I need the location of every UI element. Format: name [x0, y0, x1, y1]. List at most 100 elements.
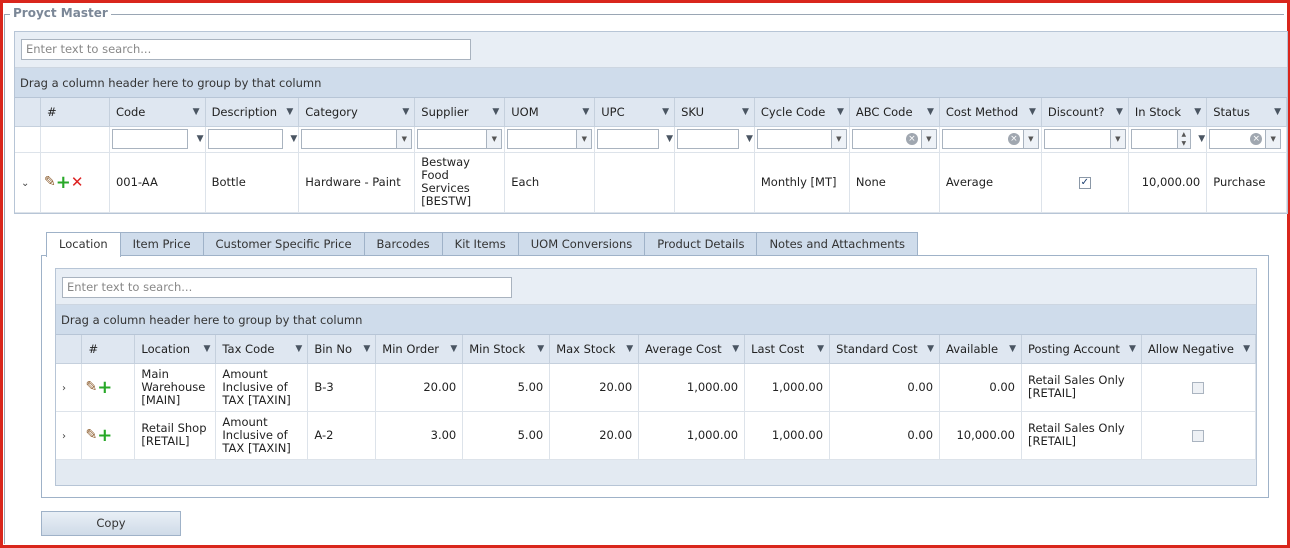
- col-header-code[interactable]: Code ▼: [109, 98, 206, 127]
- col-header-in-stock[interactable]: In Stock ▼: [1128, 98, 1208, 127]
- filter-icon[interactable]: ▼: [1116, 107, 1123, 117]
- chevron-down-icon[interactable]: ▼: [1265, 130, 1281, 148]
- add-icon[interactable]: +: [56, 172, 71, 193]
- filter-icon[interactable]: ▼: [197, 134, 204, 144]
- code-filter-input[interactable]: [111, 129, 188, 149]
- expand-icon[interactable]: ›: [62, 383, 66, 394]
- col-header-supplier[interactable]: Supplier ▼: [414, 98, 506, 127]
- chevron-down-icon[interactable]: ▼: [1109, 130, 1125, 148]
- status-filter-select[interactable]: × ▼: [1209, 129, 1282, 149]
- filter-icon[interactable]: ▼: [666, 134, 673, 144]
- chevron-down-icon[interactable]: ▼: [1022, 130, 1038, 148]
- tab-product-details[interactable]: Product Details: [644, 232, 758, 256]
- edit-icon[interactable]: ✎: [44, 174, 56, 190]
- in-stock-filter-input[interactable]: ▲ ▼: [1130, 129, 1191, 149]
- add-icon[interactable]: +: [97, 425, 112, 446]
- col-header-last-cost[interactable]: Last Cost ▼: [744, 335, 831, 364]
- tab-uom-conversions[interactable]: UOM Conversions: [517, 232, 646, 256]
- abc-code-filter-select[interactable]: × ▼: [851, 129, 937, 149]
- filter-icon[interactable]: ▼: [626, 344, 633, 354]
- discount-checkbox[interactable]: ✓: [1078, 176, 1091, 189]
- col-header-location[interactable]: Location ▼: [134, 335, 217, 364]
- filter-icon[interactable]: ▼: [1029, 107, 1036, 117]
- col-header-min-stock[interactable]: Min Stock ▼: [462, 335, 551, 364]
- col-header-allow-negative[interactable]: Allow Negative ▼: [1141, 335, 1257, 364]
- filter-icon[interactable]: ▼: [492, 107, 499, 117]
- upc-filter-input[interactable]: [597, 129, 660, 149]
- filter-icon[interactable]: ▼: [746, 134, 753, 144]
- col-header-discount[interactable]: Discount? ▼: [1041, 98, 1129, 127]
- filter-icon[interactable]: ▼: [662, 107, 669, 117]
- add-icon[interactable]: +: [97, 377, 112, 398]
- filter-icon[interactable]: ▼: [837, 107, 844, 117]
- col-header-average-cost[interactable]: Average Cost ▼: [638, 335, 746, 364]
- product-search-input[interactable]: Enter text to search...: [21, 39, 471, 60]
- col-header-num[interactable]: #: [40, 98, 110, 127]
- filter-icon[interactable]: ▼: [1198, 134, 1205, 144]
- col-header-available[interactable]: Available ▼: [939, 335, 1022, 364]
- filter-icon[interactable]: ▼: [537, 344, 544, 354]
- col-header-description[interactable]: Description ▼: [205, 98, 300, 127]
- col-header-posting-account[interactable]: Posting Account ▼: [1021, 335, 1142, 364]
- filter-icon[interactable]: ▼: [927, 107, 934, 117]
- filter-icon[interactable]: ▼: [1129, 344, 1136, 354]
- filter-icon[interactable]: ▼: [817, 344, 824, 354]
- tab-customer-specific-price[interactable]: Customer Specific Price: [202, 232, 365, 256]
- filter-icon[interactable]: ▼: [742, 107, 749, 117]
- chevron-down-icon[interactable]: ▼: [920, 130, 936, 148]
- filter-icon[interactable]: ▼: [295, 344, 302, 354]
- chevron-down-icon[interactable]: ▼: [830, 130, 846, 148]
- chevron-down-icon[interactable]: ▼: [396, 130, 412, 148]
- category-filter-select[interactable]: ▼: [301, 129, 413, 149]
- filter-icon[interactable]: ▼: [450, 344, 457, 354]
- filter-icon[interactable]: ▼: [363, 344, 370, 354]
- allow-negative-checkbox[interactable]: [1192, 429, 1205, 442]
- filter-icon[interactable]: ▼: [1243, 344, 1250, 354]
- chevron-down-icon[interactable]: ▼: [576, 130, 592, 148]
- col-header-min-order[interactable]: Min Order ▼: [375, 335, 464, 364]
- tab-kit-items[interactable]: Kit Items: [441, 232, 519, 256]
- filter-icon[interactable]: ▼: [732, 344, 739, 354]
- filter-icon[interactable]: ▼: [1194, 107, 1201, 117]
- clear-icon[interactable]: ×: [1250, 133, 1263, 145]
- col-header-abc-code[interactable]: ABC Code ▼: [849, 98, 940, 127]
- group-panel[interactable]: Drag a column header here to group by th…: [56, 305, 1256, 335]
- tab-item-price[interactable]: Item Price: [119, 232, 204, 256]
- sku-filter-input[interactable]: [677, 129, 740, 149]
- table-row[interactable]: › ✎+ Retail Shop [RETAIL] Amount Inclusi…: [56, 411, 1257, 460]
- col-header-sku[interactable]: SKU ▼: [674, 98, 755, 127]
- table-row[interactable]: ⌄ ✎+✕ 001-AA Bottle Hardware - Paint Bes…: [15, 152, 1287, 213]
- col-header-status[interactable]: Status ▼: [1206, 98, 1287, 127]
- description-filter-input[interactable]: [207, 129, 283, 149]
- col-header-standard-cost[interactable]: Standard Cost ▼: [829, 335, 941, 364]
- col-header-cost-method[interactable]: Cost Method ▼: [939, 98, 1042, 127]
- filter-icon[interactable]: ▼: [286, 107, 293, 117]
- filter-icon[interactable]: ▼: [290, 134, 297, 144]
- col-header-upc[interactable]: UPC ▼: [594, 98, 676, 127]
- clear-icon[interactable]: ×: [1007, 133, 1020, 145]
- expand-icon[interactable]: ›: [62, 431, 66, 442]
- cost-method-filter-select[interactable]: × ▼: [941, 129, 1039, 149]
- col-header-category[interactable]: Category ▼: [298, 98, 416, 127]
- cycle-code-filter-select[interactable]: ▼: [756, 129, 847, 149]
- allow-negative-checkbox[interactable]: [1192, 381, 1205, 394]
- filter-icon[interactable]: ▼: [193, 107, 200, 117]
- col-header-tax-code[interactable]: Tax Code ▼: [215, 335, 309, 364]
- uom-filter-select[interactable]: ▼: [507, 129, 593, 149]
- filter-icon[interactable]: ▼: [1274, 107, 1281, 117]
- discount-filter-select[interactable]: ▼: [1043, 129, 1126, 149]
- filter-icon[interactable]: ▼: [1009, 344, 1016, 354]
- group-panel[interactable]: Drag a column header here to group by th…: [15, 68, 1287, 98]
- filter-icon[interactable]: ▼: [402, 107, 409, 117]
- col-header-cycle-code[interactable]: Cycle Code ▼: [754, 98, 850, 127]
- table-row[interactable]: › ✎+ Main Warehouse [MAIN] Amount Inclus…: [56, 363, 1257, 412]
- location-search-input[interactable]: Enter text to search...: [62, 277, 512, 298]
- filter-icon[interactable]: ▼: [203, 344, 210, 354]
- edit-icon[interactable]: ✎: [85, 379, 97, 395]
- filter-icon[interactable]: ▼: [582, 107, 589, 117]
- tab-location[interactable]: Location: [46, 232, 121, 257]
- col-header-num[interactable]: #: [81, 335, 136, 364]
- delete-icon[interactable]: ✕: [71, 173, 84, 191]
- spinner-icon[interactable]: ▲ ▼: [1176, 130, 1190, 148]
- col-header-uom[interactable]: UOM ▼: [504, 98, 596, 127]
